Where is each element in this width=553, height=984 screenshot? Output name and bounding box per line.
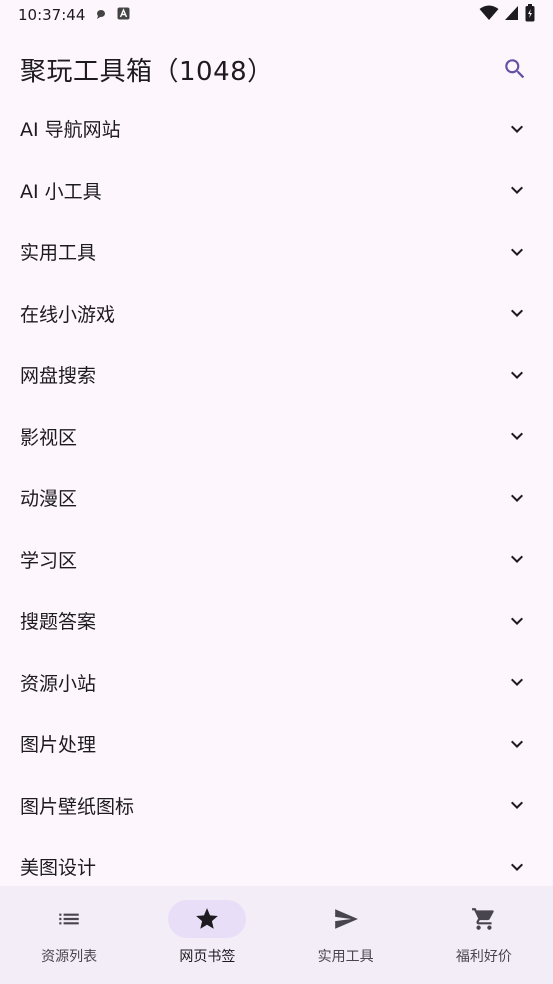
- search-icon: [505, 59, 525, 79]
- chevron-down-icon[interactable]: [505, 732, 529, 756]
- category-label: AI 小工具: [20, 180, 102, 203]
- cart-icon: [471, 908, 494, 930]
- category-item[interactable]: AI 导航网站: [0, 98, 553, 160]
- category-label: 动漫区: [20, 488, 78, 511]
- chevron-down-icon[interactable]: [505, 240, 529, 264]
- list-icon: [59, 913, 79, 925]
- page-title: 聚玩工具箱（1048）: [20, 56, 274, 87]
- bottom-navigation: 资源列表 网页书签 实用工具 福利好价: [0, 886, 553, 984]
- status-bar: 10:37:44: [0, 0, 553, 30]
- category-label: 资源小站: [20, 672, 97, 695]
- send-icon: [334, 909, 358, 929]
- category-label: 网盘搜索: [20, 365, 97, 388]
- app-notification-icon: [117, 6, 130, 24]
- nav-label: 网页书签: [179, 949, 236, 965]
- nav-item-star[interactable]: 网页书签: [138, 886, 276, 984]
- category-item[interactable]: 图片处理: [0, 713, 553, 775]
- nav-indicator: [445, 900, 523, 938]
- chevron-down-icon[interactable]: [505, 609, 529, 633]
- nav-indicator: [30, 900, 108, 938]
- category-item[interactable]: 动漫区: [0, 467, 553, 529]
- category-item[interactable]: 实用工具: [0, 221, 553, 283]
- category-item[interactable]: 学习区: [0, 529, 553, 591]
- category-item[interactable]: AI 小工具: [0, 160, 553, 222]
- chevron-down-icon[interactable]: [505, 424, 529, 448]
- category-label: 实用工具: [20, 242, 97, 265]
- category-item[interactable]: 美图设计: [0, 836, 553, 886]
- category-label: 图片壁纸图标: [20, 795, 135, 818]
- chevron-down-icon[interactable]: [505, 301, 529, 325]
- chevron-down-icon[interactable]: [505, 793, 529, 817]
- chevron-down-icon[interactable]: [505, 363, 529, 387]
- category-item[interactable]: 图片壁纸图标: [0, 775, 553, 837]
- category-list: AI 导航网站 AI 小工具 实用工具在线小游戏网盘搜索影视区动漫区学习区搜题答案资…: [0, 98, 553, 886]
- search-button[interactable]: [491, 45, 539, 93]
- nav-item-send[interactable]: 实用工具: [277, 886, 415, 984]
- category-item[interactable]: 影视区: [0, 406, 553, 468]
- category-label: 美图设计: [20, 857, 97, 880]
- category-label: 搜题答案: [20, 611, 97, 634]
- category-item[interactable]: 搜题答案: [0, 590, 553, 652]
- signal-icon: [505, 5, 519, 25]
- chevron-down-icon[interactable]: [505, 178, 529, 202]
- battery-icon: [525, 4, 535, 26]
- star-icon: [196, 908, 219, 929]
- nav-label: 实用工具: [317, 949, 374, 965]
- category-item[interactable]: 在线小游戏: [0, 283, 553, 345]
- category-item[interactable]: 网盘搜索: [0, 344, 553, 406]
- category-label: 在线小游戏: [20, 303, 116, 326]
- chevron-down-icon[interactable]: [505, 670, 529, 694]
- category-item[interactable]: 资源小站: [0, 652, 553, 714]
- chevron-down-icon[interactable]: [505, 547, 529, 571]
- wifi-icon: [479, 5, 499, 25]
- chevron-down-icon[interactable]: [505, 486, 529, 510]
- chevron-down-icon[interactable]: [505, 117, 529, 141]
- nav-item-cart[interactable]: 福利好价: [415, 886, 553, 984]
- category-label: 图片处理: [20, 734, 97, 757]
- message-notification-icon: [95, 6, 107, 24]
- category-label: 影视区: [20, 426, 78, 449]
- category-label: 学习区: [20, 549, 78, 572]
- top-app-bar: 聚玩工具箱（1048）: [0, 30, 553, 108]
- nav-item-list[interactable]: 资源列表: [0, 886, 138, 984]
- nav-indicator: [168, 900, 247, 938]
- chevron-down-icon[interactable]: [505, 855, 529, 879]
- nav-label: 资源列表: [41, 949, 98, 965]
- status-time: 10:37:44: [18, 6, 86, 24]
- nav-label: 福利好价: [455, 949, 512, 965]
- category-label: AI 导航网站: [20, 119, 121, 142]
- nav-indicator: [307, 900, 385, 938]
